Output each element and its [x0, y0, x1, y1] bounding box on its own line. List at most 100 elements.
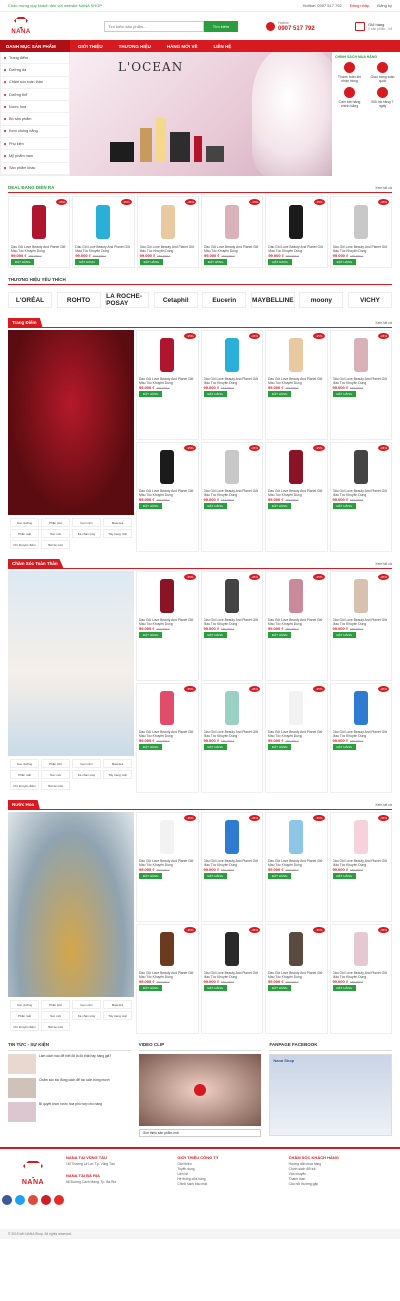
- product-name[interactable]: Dầu Gội Love Beauty And Planet Giữ Màu T…: [204, 730, 261, 738]
- order-button[interactable]: ĐẶT HÀNG: [203, 503, 227, 509]
- category-tag[interactable]: Phấn mắt: [10, 1011, 39, 1020]
- product-name[interactable]: Dầu Gội Love Beauty And Planet Giữ Màu T…: [139, 859, 196, 867]
- category-tag[interactable]: Phấn phủ: [41, 518, 70, 527]
- play-icon[interactable]: [194, 1084, 206, 1096]
- order-button[interactable]: ĐẶT HÀNG: [139, 391, 163, 397]
- category-tag[interactable]: Phấn phủ: [41, 759, 70, 768]
- product-name[interactable]: Dầu Gội Love Beauty And Planet Giữ Màu T…: [139, 971, 196, 979]
- product-card[interactable]: -35% Dầu Gội Love Beauty And Planet Giữ M…: [200, 442, 263, 552]
- product-image[interactable]: [204, 199, 260, 245]
- sidebar-item[interactable]: Bộ sản phẩm: [1, 113, 69, 126]
- product-card[interactable]: -35% Dầu Gội Love Beauty And Planet Giữ M…: [136, 196, 199, 268]
- hero-banner[interactable]: L'OCEAN: [70, 52, 332, 176]
- product-image[interactable]: [204, 815, 261, 859]
- google-plus-icon[interactable]: [28, 1195, 38, 1205]
- product-image[interactable]: [75, 199, 131, 245]
- product-image[interactable]: [11, 199, 67, 245]
- product-image[interactable]: [139, 927, 196, 971]
- product-name[interactable]: Dầu Gội Love Beauty And Planet Giữ Màu T…: [333, 245, 389, 253]
- sidebar-item[interactable]: Kem chống nắng: [1, 126, 69, 139]
- product-image[interactable]: [268, 927, 325, 971]
- brand-logo[interactable]: MAYBELLINE: [250, 292, 295, 308]
- product-card[interactable]: -35% Dầu Gội Love Beauty And Planet Giữ M…: [329, 196, 392, 268]
- product-name[interactable]: Dầu Gội Love Beauty And Planet Giữ Màu T…: [204, 971, 261, 979]
- order-button[interactable]: ĐẶT HÀNG: [203, 391, 227, 397]
- product-image[interactable]: [333, 445, 390, 489]
- product-name[interactable]: Dầu Gội Love Beauty And Planet Giữ Màu T…: [204, 859, 261, 867]
- category-tag[interactable]: Kẻ chân mày: [72, 770, 101, 779]
- category-tag[interactable]: Bút kẻ mắt: [41, 781, 70, 790]
- product-image[interactable]: [140, 199, 196, 245]
- product-image[interactable]: [333, 815, 390, 859]
- product-image[interactable]: [139, 574, 196, 618]
- product-image[interactable]: [333, 333, 390, 377]
- product-name[interactable]: Dầu Gội Love Beauty And Planet Giữ Màu T…: [204, 245, 260, 253]
- order-button[interactable]: ĐẶT HÀNG: [139, 873, 163, 879]
- product-name[interactable]: Dầu Gội Love Beauty And Planet Giữ Màu T…: [333, 859, 390, 867]
- category-tag[interactable]: Son môi: [41, 529, 70, 538]
- product-image[interactable]: [333, 199, 389, 245]
- order-button[interactable]: ĐẶT HÀNG: [268, 873, 292, 879]
- order-button[interactable]: ĐẶT HÀNG: [139, 632, 163, 638]
- facebook-embed[interactable]: Nana Shop: [269, 1054, 393, 1136]
- category-tag[interactable]: Tẩy trang mặt: [103, 1011, 132, 1020]
- brand-logo[interactable]: Cetaphil: [153, 292, 198, 308]
- product-card[interactable]: -35% Dầu Gội Love Beauty And Planet Giữ M…: [265, 924, 328, 1034]
- category-tag[interactable]: Kẻ chân mày: [72, 529, 101, 538]
- order-button[interactable]: ĐẶT HÀNG: [203, 744, 227, 750]
- product-card[interactable]: -35% Dầu Gội Love Beauty And Planet Giữ M…: [136, 812, 199, 922]
- product-image[interactable]: [333, 927, 390, 971]
- search-input[interactable]: [104, 20, 204, 32]
- product-card[interactable]: -35% Dầu Gội Love Beauty And Planet Giữ M…: [136, 683, 199, 793]
- product-card[interactable]: -35% Dầu Gội Love Beauty And Planet Giữ M…: [136, 571, 199, 681]
- search-button[interactable]: Tìm kiếm: [204, 20, 238, 32]
- order-button[interactable]: ĐẶT HÀNG: [139, 259, 164, 265]
- order-button[interactable]: ĐẶT HÀNG: [268, 503, 292, 509]
- category-tag[interactable]: Tẩy trang mặt: [103, 770, 132, 779]
- category-tag[interactable]: Chì khuyến điểm: [10, 1022, 39, 1031]
- product-name[interactable]: Dầu Gội Love Beauty And Planet Giữ Màu T…: [268, 859, 325, 867]
- product-image[interactable]: [268, 815, 325, 859]
- order-button[interactable]: ĐẶT HÀNG: [332, 259, 357, 265]
- product-card[interactable]: -35% Dầu Gội Love Beauty And Planet Giữ M…: [265, 196, 328, 268]
- product-card[interactable]: -35% Dầu Gội Love Beauty And Planet Giữ M…: [200, 196, 264, 268]
- product-card[interactable]: -35% Dầu Gội Love Beauty And Planet Giữ M…: [200, 330, 263, 440]
- product-image[interactable]: [268, 574, 325, 618]
- category-tag[interactable]: Mascara: [103, 759, 132, 768]
- product-name[interactable]: Dầu Gội Love Beauty And Planet Giữ Màu T…: [333, 971, 390, 979]
- product-name[interactable]: Dầu Gội Love Beauty And Planet Giữ Màu T…: [268, 618, 325, 626]
- login-link[interactable]: Đăng nhập: [350, 3, 370, 8]
- product-card[interactable]: -35% Dầu Gội Love Beauty And Planet Giữ M…: [136, 442, 199, 552]
- product-image[interactable]: [139, 686, 196, 730]
- product-image[interactable]: [204, 574, 261, 618]
- order-button[interactable]: ĐẶT HÀNG: [332, 503, 356, 509]
- brand-logo[interactable]: LA ROCHE-POSAY: [105, 292, 150, 308]
- order-button[interactable]: ĐẶT HÀNG: [75, 259, 99, 265]
- product-image[interactable]: [204, 686, 261, 730]
- product-name[interactable]: Dầu Gội Love Beauty And Planet Giữ Màu T…: [140, 245, 196, 253]
- category-menu-button[interactable]: DANH MỤC SẢN PHẨM: [0, 40, 70, 52]
- brand-logo[interactable]: L'ORÉAL: [8, 292, 52, 308]
- category-tag[interactable]: Chì khuyến điểm: [10, 781, 39, 790]
- category-tag[interactable]: Bút kẻ mắt: [41, 1022, 70, 1031]
- category-tag[interactable]: Son dưỡng: [10, 518, 39, 527]
- category-tag[interactable]: Phấn mắt: [10, 770, 39, 779]
- product-name[interactable]: Dầu Gội Love Beauty And Planet Giữ Màu T…: [333, 377, 390, 385]
- product-name[interactable]: Dầu Gội Love Beauty And Planet Giữ Màu T…: [75, 245, 131, 253]
- category-tag[interactable]: Phấn mắt: [10, 529, 39, 538]
- product-card[interactable]: -35% Dầu Gội Love Beauty And Planet Giữ M…: [329, 442, 392, 552]
- order-button[interactable]: ĐẶT HÀNG: [268, 391, 292, 397]
- product-card[interactable]: -35% Dầu Gội Love Beauty And Planet Giữ M…: [329, 571, 392, 681]
- product-name[interactable]: Dầu Gội Love Beauty And Planet Giữ Màu T…: [333, 618, 390, 626]
- video-player[interactable]: [138, 1054, 262, 1126]
- product-image[interactable]: [204, 333, 261, 377]
- product-card[interactable]: -35% Dầu Gội Love Beauty And Planet Giữ M…: [200, 683, 263, 793]
- category-tag[interactable]: Bút kẻ mắt: [41, 540, 70, 549]
- view-all-link[interactable]: Xem tất cả: [375, 803, 392, 807]
- category-tag[interactable]: Son môi: [41, 1011, 70, 1020]
- product-card[interactable]: -35% Dầu Gội Love Beauty And Planet Giữ M…: [8, 196, 71, 268]
- order-button[interactable]: ĐẶT HÀNG: [268, 632, 292, 638]
- category-tag[interactable]: Kem nền: [72, 759, 101, 768]
- product-image[interactable]: [268, 686, 325, 730]
- sidebar-item[interactable]: Dưỡng da: [1, 64, 69, 77]
